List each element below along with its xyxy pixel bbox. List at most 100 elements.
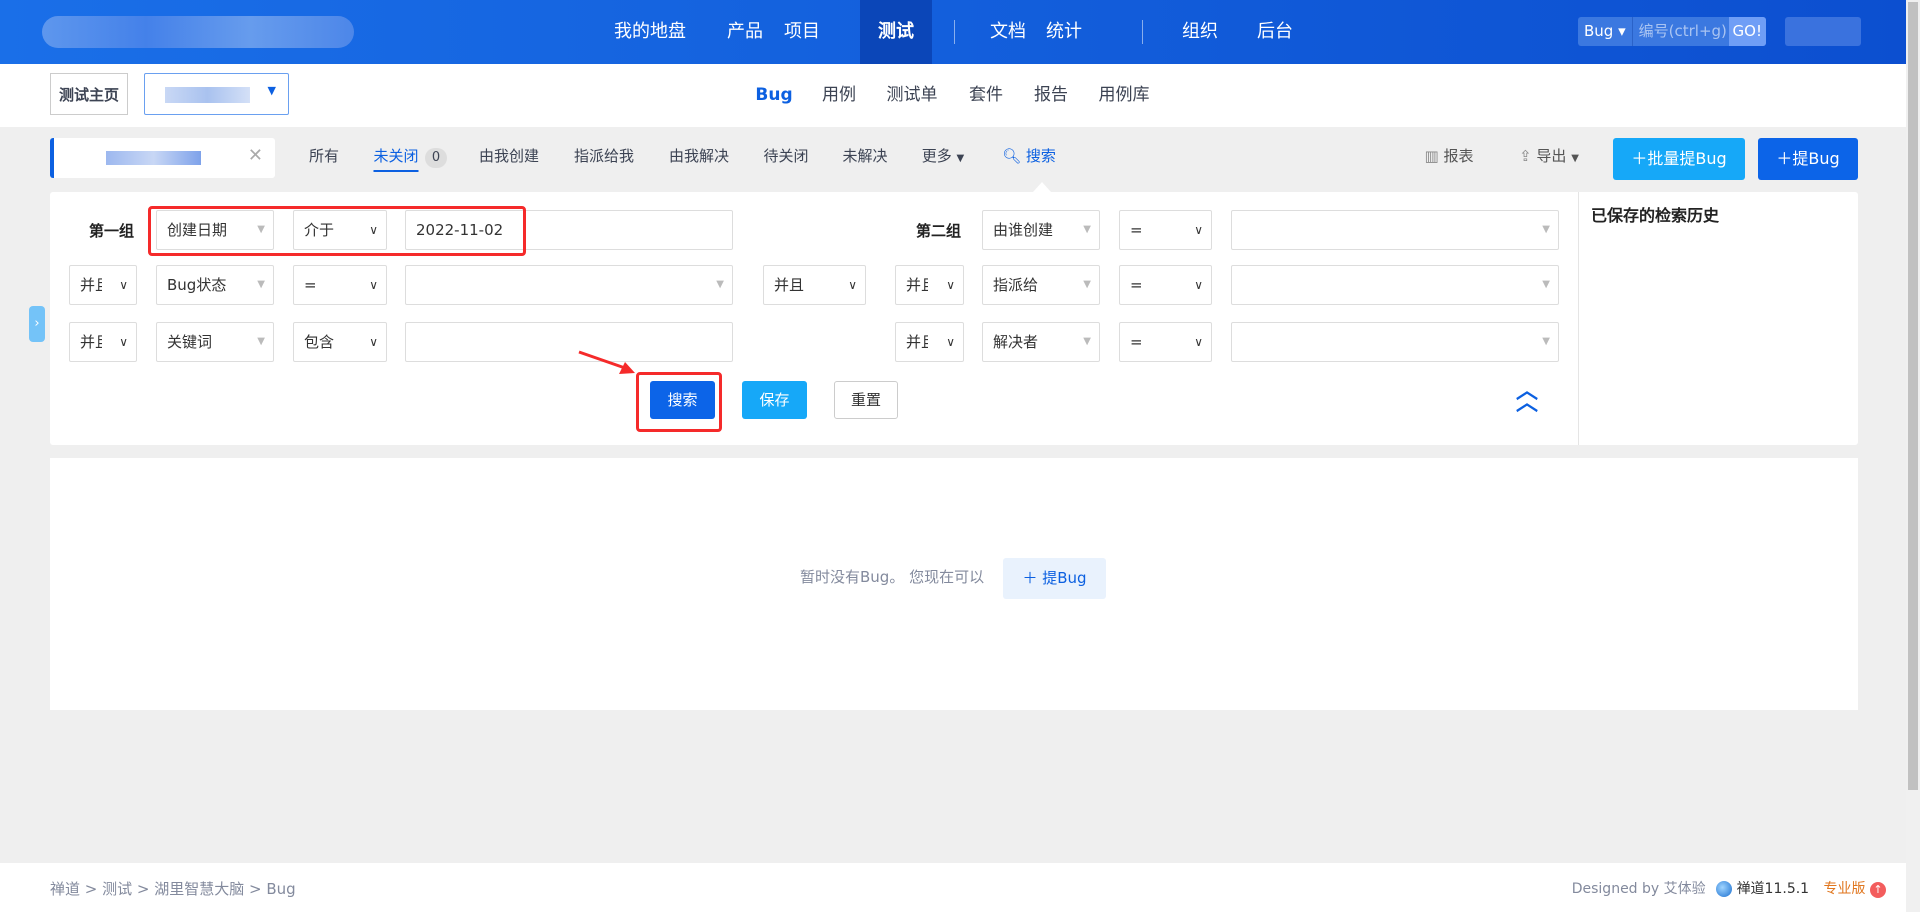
value2-select-3[interactable]: ▼ bbox=[1231, 322, 1559, 362]
edition-link[interactable]: 专业版 bbox=[1824, 881, 1866, 897]
group2-label: 第二组 bbox=[916, 222, 962, 240]
nav-admin[interactable]: 后台 bbox=[1257, 0, 1293, 64]
quick-search: Bug ▾ 编号(ctrl+g) GO! bbox=[1578, 17, 1766, 46]
group1-label: 第一组 bbox=[89, 222, 135, 240]
bug-list-empty: 暂时没有Bug。 您现在可以 ＋ 提Bug bbox=[50, 458, 1858, 710]
report-button[interactable]: ▥ 报表 bbox=[1425, 145, 1474, 166]
batch-create-bug-button[interactable]: ＋批量提Bug bbox=[1613, 138, 1745, 180]
panel-pointer bbox=[1033, 182, 1051, 192]
module-filter[interactable]: ✕ bbox=[50, 138, 275, 178]
filter-opened-by-me[interactable]: 由我创建 bbox=[479, 145, 539, 166]
saved-query-history: 已保存的检索历史 bbox=[1578, 192, 1858, 445]
nav-my[interactable]: 我的地盘 bbox=[614, 0, 686, 64]
tab-bug[interactable]: Bug bbox=[755, 64, 792, 127]
plus-icon: ＋ bbox=[1776, 149, 1793, 168]
search-type-label: Bug bbox=[1584, 22, 1614, 40]
field2-select-3[interactable]: 解决者 ▼ bbox=[982, 322, 1100, 362]
count-badge: 0 bbox=[425, 148, 447, 168]
reset-button[interactable]: 重置 bbox=[834, 381, 898, 419]
zentao-logo-icon bbox=[1716, 881, 1733, 897]
operator2-select-3[interactable]: = ∨ bbox=[1119, 322, 1212, 362]
user-menu-blurred[interactable] bbox=[1785, 17, 1861, 46]
close-icon[interactable]: ✕ bbox=[248, 145, 263, 166]
search-input[interactable]: 编号(ctrl+g) bbox=[1633, 17, 1729, 46]
empty-message: 暂时没有Bug。 您现在可以 bbox=[800, 568, 985, 586]
operator2-select-2[interactable]: = ∨ bbox=[1119, 265, 1212, 305]
filter-unresolved[interactable]: 未解决 bbox=[842, 145, 887, 166]
tab-suite[interactable]: 套件 bbox=[969, 64, 1003, 127]
operator1-select-3[interactable]: 包含 ∨ bbox=[293, 322, 387, 362]
field2-select-2[interactable]: 指派给 ▼ bbox=[982, 265, 1100, 305]
group-andor-select[interactable]: 并且 ∨ bbox=[763, 265, 866, 305]
plus-icon: ＋ bbox=[1631, 149, 1648, 168]
footer: 禅道 > 测试 > 湖里智慧大脑 > Bug Designed by 艾体验 禅… bbox=[0, 863, 1906, 912]
bar-chart-icon: ▥ bbox=[1424, 147, 1439, 165]
nav-test[interactable]: 测试 bbox=[860, 0, 932, 64]
nav-product[interactable]: 产品 bbox=[727, 0, 763, 64]
sub-navbar: 测试主页 ▼ Bug 用例 测试单 套件 报告 用例库 bbox=[0, 64, 1906, 127]
search-toggle[interactable]: 🔍︎ 搜索 bbox=[1002, 145, 1056, 166]
caret-down-icon: ▼ bbox=[267, 84, 276, 97]
value1-input-3[interactable] bbox=[405, 322, 733, 362]
highlight-box bbox=[636, 372, 722, 432]
filter-resolved-by-me[interactable]: 由我解决 bbox=[669, 145, 729, 166]
filter-unclosed[interactable]: 未关闭 bbox=[373, 145, 419, 172]
filter-to-close[interactable]: 待关闭 bbox=[763, 145, 808, 166]
sidebar-toggle[interactable]: › bbox=[29, 306, 45, 342]
top-navbar: 我的地盘 产品 项目 测试 文档 统计 组织 后台 Bug ▾ 编号(ctrl+… bbox=[0, 0, 1906, 64]
tab-case[interactable]: 用例 bbox=[822, 64, 856, 127]
nav-doc[interactable]: 文档 bbox=[990, 0, 1026, 64]
andor1-select-2[interactable]: 并且∨ bbox=[69, 265, 137, 305]
crumb-test[interactable]: 测试 bbox=[102, 880, 132, 898]
andor1-select-3[interactable]: 并且∨ bbox=[69, 322, 137, 362]
filter-assigned-to-me[interactable]: 指派给我 bbox=[574, 145, 634, 166]
annotation-arrow-icon bbox=[578, 350, 635, 374]
andor2-select-2[interactable]: 并且∨ bbox=[895, 265, 964, 305]
nav-company[interactable]: 组织 bbox=[1182, 0, 1218, 64]
highlight-box bbox=[148, 206, 526, 256]
operator1-select-2[interactable]: = ∨ bbox=[293, 265, 387, 305]
nav-project[interactable]: 项目 bbox=[784, 0, 820, 64]
crumb-bug: Bug bbox=[266, 880, 296, 898]
upgrade-icon[interactable]: ↑ bbox=[1870, 882, 1886, 898]
create-label: 提Bug bbox=[1792, 149, 1840, 168]
nav-divider bbox=[954, 20, 955, 44]
crumb-product[interactable]: 湖里智慧大脑 bbox=[154, 880, 244, 898]
tab-caselib[interactable]: 用例库 bbox=[1099, 64, 1150, 127]
search-icon: 🔍︎ bbox=[1002, 147, 1022, 165]
go-button[interactable]: GO! bbox=[1728, 17, 1766, 46]
create-label: 提Bug bbox=[1042, 569, 1087, 587]
nav-report[interactable]: 统计 bbox=[1046, 0, 1082, 64]
report-label: 报表 bbox=[1443, 147, 1474, 165]
crumb-zentao[interactable]: 禅道 bbox=[50, 880, 80, 898]
operator2-select-1[interactable]: = ∨ bbox=[1119, 210, 1212, 250]
create-bug-button[interactable]: ＋提Bug bbox=[1758, 138, 1858, 180]
andor2-select-3[interactable]: 并且∨ bbox=[895, 322, 964, 362]
product-switcher[interactable]: ▼ bbox=[144, 73, 289, 115]
collapse-double-chevron-up-icon[interactable]: ︿ ︿ bbox=[1516, 381, 1538, 415]
scrollbar[interactable] bbox=[1906, 0, 1920, 912]
search-type-select[interactable]: Bug ▾ bbox=[1578, 17, 1633, 46]
export-label: 导出 bbox=[1536, 147, 1567, 165]
empty-create-bug-button[interactable]: ＋ 提Bug bbox=[1003, 558, 1106, 599]
value1-select-2[interactable]: ▼ bbox=[405, 265, 733, 305]
filter-more[interactable]: 更多 ▼ bbox=[922, 145, 965, 166]
caret-down-icon: ▼ bbox=[956, 153, 965, 164]
more-label: 更多 bbox=[921, 147, 952, 165]
caret-down-icon: ▼ bbox=[1571, 153, 1579, 164]
field1-select-2[interactable]: Bug状态 ▼ bbox=[156, 265, 274, 305]
value2-select-1[interactable]: ▼ bbox=[1231, 210, 1559, 250]
save-query-button[interactable]: 保存 bbox=[742, 381, 807, 419]
export-button[interactable]: ⇪ 导出 ▼ bbox=[1519, 145, 1579, 166]
filter-all[interactable]: 所有 bbox=[309, 145, 339, 166]
value2-select-2[interactable]: ▼ bbox=[1231, 265, 1559, 305]
field1-select-3[interactable]: 关键词 ▼ bbox=[156, 322, 274, 362]
tab-testtask[interactable]: 测试单 bbox=[887, 64, 938, 127]
tab-report[interactable]: 报告 bbox=[1034, 64, 1068, 127]
history-title: 已保存的检索历史 bbox=[1591, 206, 1720, 225]
test-home-link[interactable]: 测试主页 bbox=[50, 73, 129, 115]
version-link[interactable]: 禅道11.5.1 bbox=[1737, 881, 1810, 897]
chevron-right-icon: › bbox=[34, 316, 40, 331]
batch-create-label: 批量提Bug bbox=[1647, 149, 1727, 168]
field2-select-1[interactable]: 由谁创建 ▼ bbox=[982, 210, 1100, 250]
